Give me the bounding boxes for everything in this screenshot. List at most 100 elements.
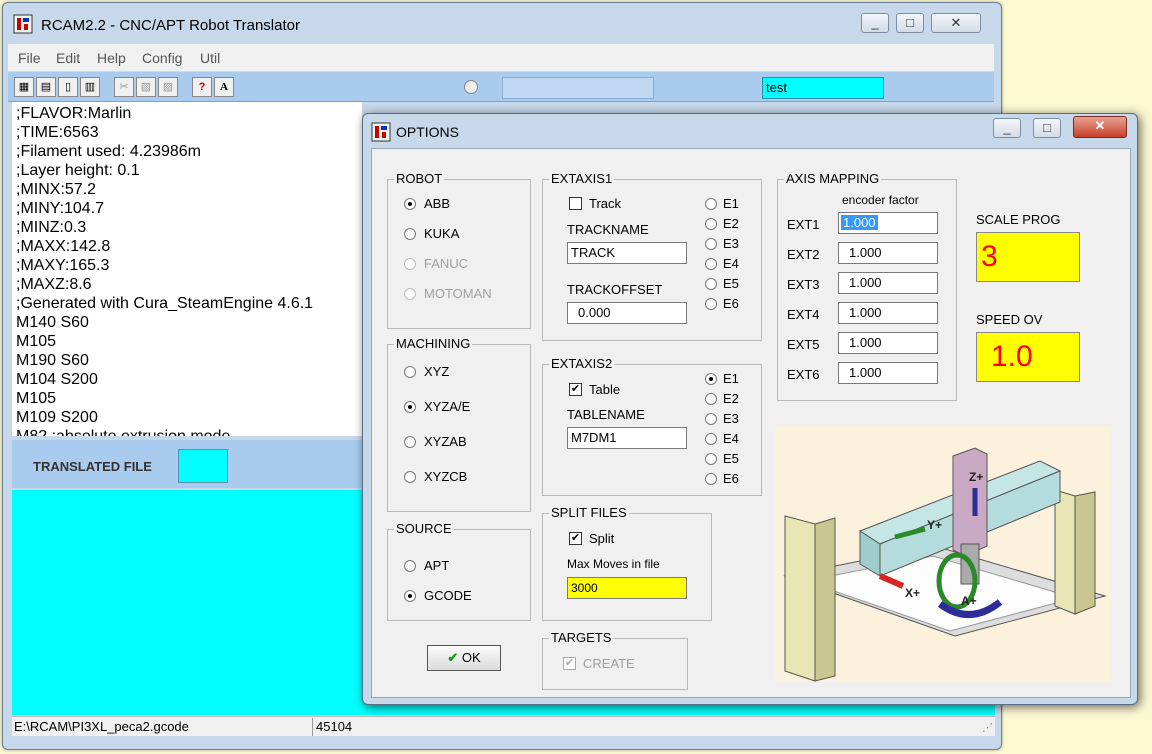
menu-util[interactable]: Util bbox=[200, 50, 220, 66]
gcode-line: ;Generated with Cura_SteamEngine 4.6.1 bbox=[16, 295, 314, 312]
calculator-icon[interactable]: ▦ bbox=[14, 77, 34, 97]
menu-edit[interactable]: Edit bbox=[56, 50, 80, 66]
help-icon[interactable]: ? bbox=[192, 77, 212, 97]
copy-file-icon[interactable]: ▧ bbox=[136, 77, 156, 97]
resize-grip-icon[interactable]: ⋰ bbox=[982, 721, 993, 734]
machining-xyz-radio[interactable] bbox=[404, 366, 416, 378]
ext4-label: EXT4 bbox=[787, 307, 820, 322]
extaxis1-e6-radio[interactable] bbox=[705, 298, 717, 310]
robot-abb-label: ABB bbox=[424, 196, 451, 211]
split-files-group: SPLIT FILES ✔ Split Max Moves in file 30… bbox=[542, 505, 712, 621]
track-checkbox[interactable] bbox=[569, 197, 582, 210]
options-maximize-button[interactable]: □ bbox=[1033, 118, 1061, 138]
gcode-editor[interactable]: ;FLAVOR:Marlin ;TIME:6563 ;Filament used: … bbox=[12, 102, 362, 436]
save-file-icon[interactable]: ▥ bbox=[80, 77, 100, 97]
extaxis1-group: EXTAXIS1 Track TRACKNAME TRACK TRACKOFFS… bbox=[542, 171, 762, 341]
extaxis2-e2-label: E2 bbox=[723, 391, 739, 406]
gcode-line: ;MINZ:0.3 bbox=[16, 219, 87, 236]
options-close-button[interactable]: ✕ bbox=[1073, 116, 1127, 138]
ext2-input[interactable]: 1.000 bbox=[838, 242, 938, 264]
extaxis1-e5-label: E5 bbox=[723, 276, 739, 291]
toolbar: ▦ ▤ ▯ ▥ ✂ ▧ ▨ ? A test bbox=[8, 72, 994, 102]
tablename-input[interactable]: M7DM1 bbox=[567, 427, 687, 449]
options-title: OPTIONS bbox=[396, 124, 460, 140]
speed-ov-label: SPEED OV bbox=[976, 312, 1043, 327]
gcode-line: M140 S60 bbox=[16, 314, 89, 331]
source-gcode-label: GCODE bbox=[424, 588, 472, 603]
machining-xyza-radio[interactable] bbox=[404, 401, 416, 413]
split-label: Split bbox=[589, 531, 615, 546]
axis-mapping-title: AXIS MAPPING bbox=[784, 171, 882, 186]
blank-file-icon[interactable]: ▯ bbox=[58, 77, 78, 97]
maximize-button[interactable]: □ bbox=[896, 13, 924, 33]
gcode-line: ;FLAVOR:Marlin bbox=[16, 105, 132, 122]
menu-config[interactable]: Config bbox=[142, 50, 182, 66]
options-minimize-button[interactable]: _ bbox=[993, 118, 1021, 138]
status-radio[interactable] bbox=[464, 80, 478, 94]
max-moves-input[interactable]: 3000 bbox=[567, 577, 687, 599]
encoder-factor-header: encoder factor bbox=[842, 193, 919, 207]
tag-input[interactable]: test bbox=[762, 77, 884, 99]
export-icon[interactable]: ▨ bbox=[158, 77, 178, 97]
extaxis1-e1-radio[interactable] bbox=[705, 198, 717, 210]
extaxis1-title: EXTAXIS1 bbox=[549, 171, 615, 186]
robot-motoman-radio[interactable] bbox=[404, 288, 416, 300]
gcode-line: M105 bbox=[16, 333, 57, 350]
split-checkbox[interactable]: ✔ bbox=[569, 532, 582, 545]
ext2-label: EXT2 bbox=[787, 247, 820, 262]
menu-help[interactable]: Help bbox=[97, 50, 126, 66]
machining-xyzcb-radio[interactable] bbox=[404, 471, 416, 483]
machine-diagram: Y+ Z+ X+ A+ bbox=[775, 426, 1111, 682]
targets-title: TARGETS bbox=[549, 630, 614, 645]
menu-bar: File Edit Help Config Util bbox=[8, 44, 994, 72]
font-icon[interactable]: A bbox=[214, 77, 234, 97]
ok-label: OK bbox=[461, 650, 481, 665]
translated-file-label: TRANSLATED FILE bbox=[33, 459, 152, 474]
ext3-input[interactable]: 1.000 bbox=[838, 272, 938, 294]
menu-file[interactable]: File bbox=[18, 50, 41, 66]
gcode-line: M190 S60 bbox=[16, 352, 89, 369]
a-axis-label: A+ bbox=[961, 594, 977, 608]
scale-prog-label: SCALE PROG bbox=[976, 212, 1061, 227]
table-checkbox[interactable]: ✔ bbox=[569, 383, 582, 396]
create-checkbox[interactable]: ✔ bbox=[563, 657, 576, 670]
ok-button[interactable]: ✔ OK bbox=[427, 645, 501, 671]
extaxis2-group: EXTAXIS2 ✔ Table TABLENAME M7DM1 E1 E2 E… bbox=[542, 356, 762, 496]
extaxis2-e5-radio[interactable] bbox=[705, 453, 717, 465]
source-gcode-radio[interactable] bbox=[404, 590, 416, 602]
extaxis2-e1-radio[interactable] bbox=[705, 373, 717, 385]
ext1-value: 1.000 bbox=[841, 215, 878, 230]
app-logo-icon bbox=[13, 14, 33, 34]
robot-group-title: ROBOT bbox=[394, 171, 445, 186]
extaxis2-e3-radio[interactable] bbox=[705, 413, 717, 425]
extaxis1-e4-radio[interactable] bbox=[705, 258, 717, 270]
scale-prog-input[interactable]: 3 bbox=[976, 232, 1080, 282]
gcode-line: ;MINY:104.7 bbox=[16, 200, 105, 217]
speed-ov-input[interactable]: 1.0 bbox=[976, 332, 1080, 382]
extaxis1-e3-radio[interactable] bbox=[705, 238, 717, 250]
trackoffset-input[interactable]: 0.000 bbox=[567, 302, 687, 324]
machining-group: MACHINING XYZ XYZA/E XYZAB XYZCB bbox=[387, 336, 531, 512]
gcode-line: ;MAXX:142.8 bbox=[16, 238, 111, 255]
ext5-input[interactable]: 1.000 bbox=[838, 332, 938, 354]
robot-kuka-radio[interactable] bbox=[404, 228, 416, 240]
ext6-input[interactable]: 1.000 bbox=[838, 362, 938, 384]
source-apt-label: APT bbox=[424, 558, 450, 573]
extaxis2-e2-radio[interactable] bbox=[705, 393, 717, 405]
ext4-input[interactable]: 1.000 bbox=[838, 302, 938, 324]
close-button[interactable]: ✕ bbox=[931, 13, 981, 33]
robot-abb-radio[interactable] bbox=[404, 198, 416, 210]
ext1-input[interactable]: 1.000 bbox=[838, 212, 938, 234]
translate-icon[interactable]: ✂ bbox=[114, 77, 134, 97]
extaxis2-e6-radio[interactable] bbox=[705, 473, 717, 485]
extaxis1-e2-radio[interactable] bbox=[705, 218, 717, 230]
machining-xyzab-radio[interactable] bbox=[404, 436, 416, 448]
new-file-icon[interactable]: ▤ bbox=[36, 77, 56, 97]
source-apt-radio[interactable] bbox=[404, 560, 416, 572]
trackname-input[interactable]: TRACK bbox=[567, 242, 687, 264]
extaxis1-e5-radio[interactable] bbox=[705, 278, 717, 290]
minimize-button[interactable]: _ bbox=[861, 13, 889, 33]
machining-xyz-label: XYZ bbox=[424, 364, 450, 379]
extaxis2-e4-radio[interactable] bbox=[705, 433, 717, 445]
robot-fanuc-radio[interactable] bbox=[404, 258, 416, 270]
